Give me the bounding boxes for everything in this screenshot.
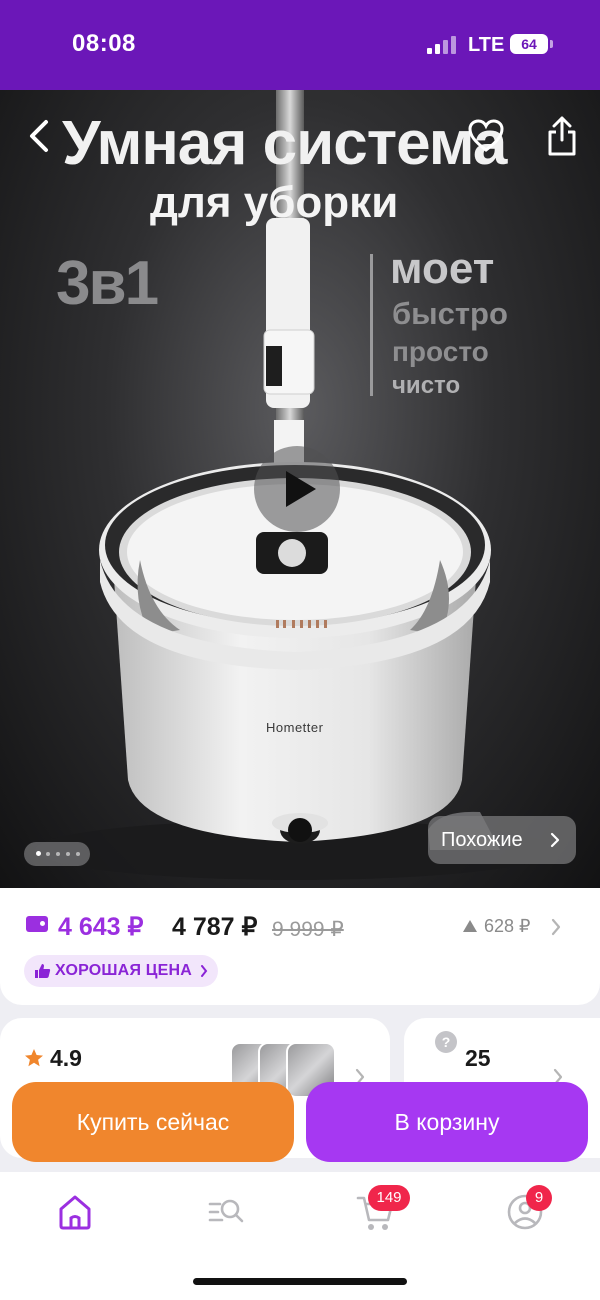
back-arrow-icon bbox=[30, 120, 48, 152]
card-price: 4 643 ₽ bbox=[58, 913, 144, 941]
arrow-up-icon bbox=[463, 920, 477, 932]
bucket-brand-label: Hometter bbox=[266, 720, 324, 735]
gallery-pagination-dots bbox=[24, 842, 90, 866]
chevron-right-icon[interactable] bbox=[550, 918, 562, 936]
svg-text:?: ? bbox=[442, 1034, 451, 1050]
star-icon bbox=[25, 1049, 43, 1067]
home-icon bbox=[59, 1195, 91, 1230]
old-price: 9 999 ₽ bbox=[272, 918, 344, 941]
wallet-icon bbox=[26, 916, 48, 932]
hero-tagline-word: просто bbox=[392, 336, 489, 367]
price-change: 628 ₽ bbox=[484, 916, 531, 936]
similar-products-button[interactable]: Похожие bbox=[428, 816, 576, 864]
share-icon bbox=[548, 116, 576, 156]
good-price-label: ХОРОШАЯ ЦЕНА bbox=[55, 962, 193, 979]
buy-now-label: Купить сейчас bbox=[76, 1109, 230, 1135]
tab-home[interactable] bbox=[53, 1190, 97, 1234]
add-to-cart-label: В корзину bbox=[394, 1109, 500, 1135]
rating-value: 4.9 bbox=[50, 1045, 82, 1071]
hero-subtitle: для уборки bbox=[150, 178, 399, 227]
status-time: 08:08 bbox=[72, 30, 136, 57]
network-type: LTE bbox=[468, 34, 505, 56]
cart-count-badge: 149 bbox=[368, 1185, 410, 1211]
play-icon bbox=[286, 471, 316, 507]
back-button[interactable] bbox=[24, 114, 64, 158]
hero-tagline-main: моет bbox=[390, 244, 495, 293]
battery-icon: 64 bbox=[510, 34, 553, 54]
catalog-search-icon bbox=[208, 1199, 244, 1223]
chevron-right-icon bbox=[550, 832, 560, 848]
hero-divider bbox=[370, 254, 373, 396]
thumbs-up-icon bbox=[35, 964, 51, 978]
tab-catalog[interactable] bbox=[204, 1190, 248, 1234]
buy-now-button[interactable]: Купить сейчас bbox=[12, 1082, 294, 1162]
signal-icon bbox=[427, 36, 457, 54]
questions-count: 25 bbox=[465, 1045, 491, 1071]
hero-tagline-word: чисто bbox=[392, 372, 461, 399]
status-bar: 08:08 LTE 64 bbox=[0, 0, 600, 90]
hero-title: Умная система bbox=[62, 109, 507, 178]
question-icon: ? bbox=[435, 1031, 457, 1053]
home-indicator bbox=[193, 1278, 407, 1285]
chevron-right-icon bbox=[201, 965, 208, 977]
profile-notifications-badge: 9 bbox=[526, 1185, 552, 1211]
good-price-badge[interactable]: ХОРОШАЯ ЦЕНА bbox=[24, 955, 218, 987]
hero-3in1-badge: 3в1 bbox=[56, 249, 159, 318]
share-button[interactable] bbox=[542, 114, 582, 158]
product-image-gallery[interactable]: Hometter Умная система для уборки 3в1 мо… bbox=[0, 90, 600, 890]
add-to-cart-button[interactable]: В корзину bbox=[306, 1082, 588, 1162]
play-video-button[interactable] bbox=[254, 446, 340, 532]
price-card[interactable]: 4 643 ₽ 4 787 ₽ 9 999 ₽ 628 ₽ ХОРОШАЯ ЦЕ… bbox=[0, 888, 600, 1005]
heart-icon bbox=[468, 119, 504, 152]
favorite-button[interactable] bbox=[466, 116, 506, 156]
regular-price: 4 787 ₽ bbox=[172, 913, 258, 941]
similar-products-label: Похожие bbox=[441, 829, 523, 851]
hero-tagline-word: быстро bbox=[392, 296, 508, 331]
